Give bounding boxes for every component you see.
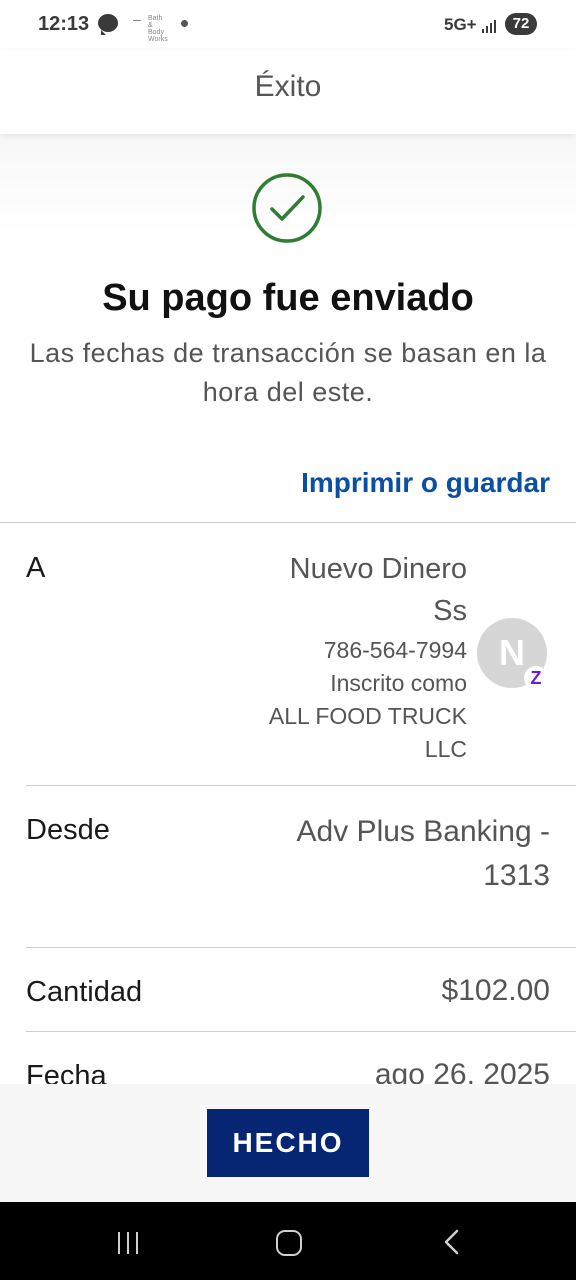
recipient-name-line2: Ss — [433, 595, 467, 627]
more-notifications-dot-icon — [181, 20, 188, 27]
enrolled-as-label: Inscrito como — [330, 670, 467, 696]
zelle-badge-icon: Z — [524, 666, 548, 690]
recipient-label: A — [26, 552, 46, 584]
from-account-line1: Adv Plus Banking - — [296, 815, 550, 848]
enrolled-name-line2: LLC — [424, 736, 467, 762]
network-type: 5G+ — [444, 15, 477, 34]
row-divider — [26, 785, 576, 786]
confirmation-content[interactable]: Su pago fue enviado Las fechas de transa… — [0, 134, 576, 1084]
from-account-line2: 1313 — [483, 859, 550, 892]
battery-icon: 72 — [505, 13, 537, 35]
success-check-icon — [252, 173, 322, 243]
print-or-save-link[interactable]: Imprimir o guardar — [301, 467, 550, 499]
done-button[interactable]: HECHO — [207, 1109, 369, 1177]
status-time: 12:13 — [38, 13, 90, 35]
enrolled-name-line1: ALL FOOD TRUCK — [268, 703, 467, 729]
success-title: Su pago fue enviado — [102, 277, 474, 319]
date-value: ago 26, 2025 — [374, 1058, 550, 1084]
recipient-name-line1: Nuevo Dinero — [289, 553, 467, 585]
recent-apps-icon[interactable] — [116, 1232, 142, 1254]
from-label: Desde — [26, 814, 110, 846]
bath-body-works-notification-icon: Bath & Body Works — [148, 15, 168, 43]
recipient-details: 786-564-7994 Inscrito como ALL FOOD TRUC… — [269, 634, 467, 766]
signal-strength-icon — [482, 17, 498, 33]
recipient-name: Nuevo Dinero Ss — [290, 548, 467, 632]
row-divider — [26, 947, 576, 948]
date-label: Fecha — [26, 1060, 107, 1084]
home-icon[interactable] — [276, 1230, 302, 1256]
back-icon[interactable] — [440, 1228, 464, 1256]
status-bar: 12:13 – Bath & Body Works 5G+ 72 — [0, 0, 576, 50]
notification-dash-icon: – — [133, 11, 141, 27]
page-header: Éxito — [0, 50, 576, 134]
recipient-phone: 786-564-7994 — [323, 637, 467, 663]
from-account: Adv Plus Banking - 1313 — [297, 810, 550, 898]
success-subtitle: Las fechas de transacción se basan en la… — [29, 338, 547, 407]
section-divider — [0, 522, 576, 523]
row-divider — [26, 1031, 576, 1032]
amount-label: Cantidad — [26, 976, 143, 1008]
page-title: Éxito — [254, 70, 322, 103]
amount-value: $102.00 — [441, 974, 550, 1007]
system-nav-bar — [0, 1202, 576, 1280]
chat-notification-icon — [98, 14, 118, 35]
bottom-action-bar: HECHO — [0, 1084, 576, 1202]
